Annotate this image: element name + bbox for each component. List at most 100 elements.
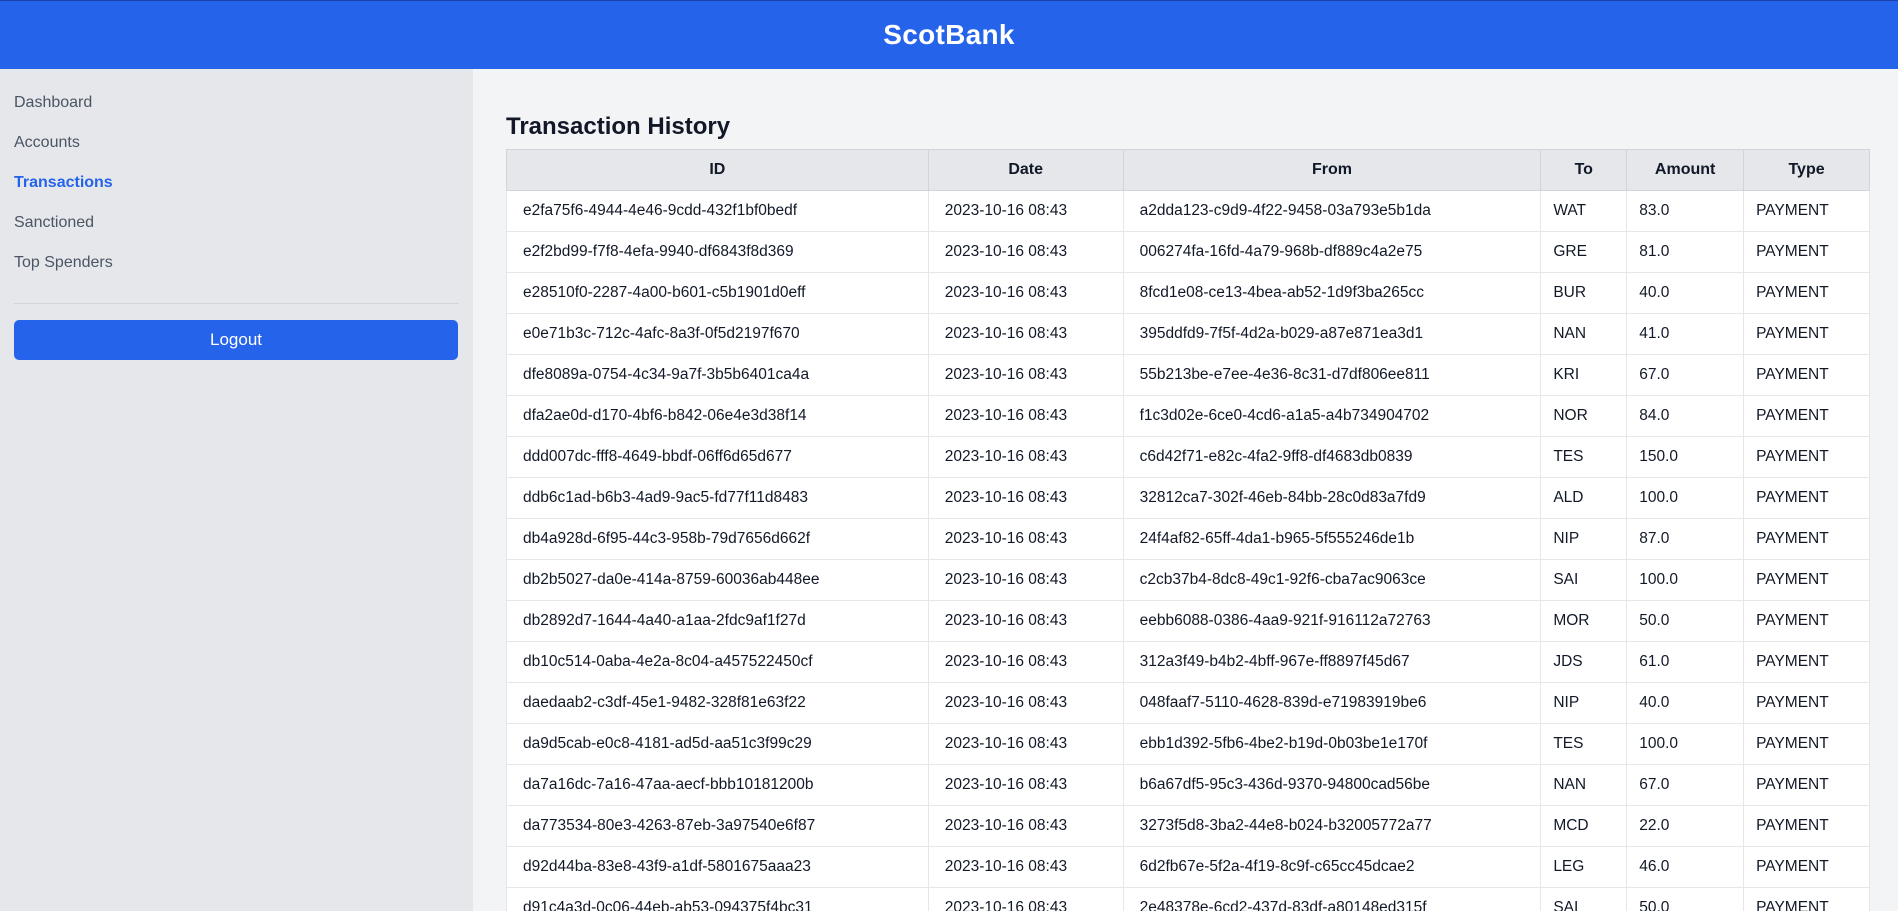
cell-date: 2023-10-16 08:43 (927, 887, 1124, 911)
cell-from: 2e48378e-6cd2-437d-83df-a80148ed315f (1122, 887, 1542, 911)
table-row: da773534-80e3-4263-87eb-3a97540e6f87 2023… (506, 805, 1870, 847)
cell-amount: 67.0 (1626, 764, 1745, 806)
cell-type: PAYMENT (1743, 846, 1870, 888)
cell-id: da9d5cab-e0c8-4181-ad5d-aa51c3f99c29 (506, 723, 929, 765)
table-row: d91c4a3d-0c06-44eb-ab53-094375f4bc31 2023… (506, 887, 1870, 911)
cell-id: db4a928d-6f95-44c3-958b-79d7656d662f (506, 518, 929, 560)
cell-to: BUR (1540, 272, 1628, 314)
column-header-amount: Amount (1626, 149, 1745, 191)
table-row: dfe8089a-0754-4c34-9a7f-3b5b6401ca4a 2023… (506, 354, 1870, 396)
cell-type: PAYMENT (1743, 641, 1870, 683)
cell-type: PAYMENT (1743, 231, 1870, 273)
cell-to: NAN (1540, 313, 1628, 355)
table-row: e28510f0-2287-4a00-b601-c5b1901d0eff 2023… (506, 272, 1870, 314)
cell-to: NIP (1540, 518, 1628, 560)
cell-amount: 83.0 (1626, 190, 1745, 232)
cell-to: SAI (1540, 887, 1628, 911)
cell-amount: 40.0 (1626, 272, 1745, 314)
cell-date: 2023-10-16 08:43 (927, 559, 1124, 601)
cell-amount: 87.0 (1626, 518, 1745, 560)
cell-amount: 100.0 (1626, 559, 1745, 601)
cell-to: JDS (1540, 641, 1628, 683)
cell-type: PAYMENT (1743, 887, 1870, 911)
cell-type: PAYMENT (1743, 723, 1870, 765)
sidebar-item-transactions[interactable]: Transactions (14, 163, 459, 203)
cell-to: NAN (1540, 764, 1628, 806)
column-header-id: ID (506, 149, 929, 191)
cell-from: 006274fa-16fd-4a79-968b-df889c4a2e75 (1122, 231, 1542, 273)
cell-from: 32812ca7-302f-46eb-84bb-28c0d83a7fd9 (1122, 477, 1542, 519)
cell-to: GRE (1540, 231, 1628, 273)
cell-to: TES (1540, 723, 1628, 765)
cell-date: 2023-10-16 08:43 (927, 477, 1124, 519)
table-row: db2b5027-da0e-414a-8759-60036ab448ee 2023… (506, 559, 1870, 601)
cell-from: 6d2fb67e-5f2a-4f19-8c9f-c65cc45dcae2 (1122, 846, 1542, 888)
cell-to: KRI (1540, 354, 1628, 396)
cell-date: 2023-10-16 08:43 (927, 354, 1124, 396)
cell-from: 55b213be-e7ee-4e36-8c31-d7df806ee811 (1122, 354, 1542, 396)
cell-id: da773534-80e3-4263-87eb-3a97540e6f87 (506, 805, 929, 847)
cell-from: c6d42f71-e82c-4fa2-9ff8-df4683db0839 (1122, 436, 1542, 478)
cell-id: daedaab2-c3df-45e1-9482-328f81e63f22 (506, 682, 929, 724)
cell-date: 2023-10-16 08:43 (927, 436, 1124, 478)
cell-id: db10c514-0aba-4e2a-8c04-a457522450cf (506, 641, 929, 683)
cell-from: eebb6088-0386-4aa9-921f-916112a72763 (1122, 600, 1542, 642)
cell-date: 2023-10-16 08:43 (927, 395, 1124, 437)
sidebar-divider (14, 303, 459, 304)
page-title: Transaction History (506, 113, 731, 140)
cell-type: PAYMENT (1743, 559, 1870, 601)
cell-id: d91c4a3d-0c06-44eb-ab53-094375f4bc31 (506, 887, 929, 911)
cell-from: 395ddfd9-7f5f-4d2a-b029-a87e871ea3d1 (1122, 313, 1542, 355)
cell-amount: 46.0 (1626, 846, 1745, 888)
sidebar-item-sanctioned[interactable]: Sanctioned (14, 203, 459, 243)
cell-to: NOR (1540, 395, 1628, 437)
table-row: da7a16dc-7a16-47aa-aecf-bbb10181200b 2023… (506, 764, 1870, 806)
cell-date: 2023-10-16 08:43 (927, 846, 1124, 888)
column-header-from: From (1122, 149, 1542, 191)
sidebar-item-dashboard[interactable]: Dashboard (14, 83, 459, 123)
cell-to: MOR (1540, 600, 1628, 642)
brand-title: ScotBank (883, 19, 1015, 50)
cell-to: NIP (1540, 682, 1628, 724)
cell-type: PAYMENT (1743, 354, 1870, 396)
cell-type: PAYMENT (1743, 682, 1870, 724)
cell-to: LEG (1540, 846, 1628, 888)
cell-id: e28510f0-2287-4a00-b601-c5b1901d0eff (506, 272, 929, 314)
cell-amount: 61.0 (1626, 641, 1745, 683)
sidebar: Dashboard Accounts Transactions Sanction… (0, 69, 473, 911)
cell-id: e0e71b3c-712c-4afc-8a3f-0f5d2197f670 (506, 313, 929, 355)
cell-type: PAYMENT (1743, 272, 1870, 314)
cell-date: 2023-10-16 08:43 (927, 190, 1124, 232)
column-header-date: Date (927, 149, 1124, 191)
cell-from: 24f4af82-65ff-4da1-b965-5f555246de1b (1122, 518, 1542, 560)
table-row: dfa2ae0d-d170-4bf6-b842-06e4e3d38f14 2023… (506, 395, 1870, 437)
logout-button[interactable]: Logout (14, 320, 458, 360)
main-content: Transaction History ID Date From To Amou… (473, 69, 1898, 911)
table-row: db10c514-0aba-4e2a-8c04-a457522450cf 2023… (506, 641, 1870, 683)
sidebar-item-accounts[interactable]: Accounts (14, 123, 459, 163)
cell-id: dfa2ae0d-d170-4bf6-b842-06e4e3d38f14 (506, 395, 929, 437)
sidebar-item-top-spenders[interactable]: Top Spenders (14, 243, 459, 283)
cell-id: db2892d7-1644-4a40-a1aa-2fdc9af1f27d (506, 600, 929, 642)
table-row: ddd007dc-fff8-4649-bbdf-06ff6d65d677 2023… (506, 436, 1870, 478)
cell-type: PAYMENT (1743, 190, 1870, 232)
cell-to: MCD (1540, 805, 1628, 847)
cell-date: 2023-10-16 08:43 (927, 600, 1124, 642)
cell-id: da7a16dc-7a16-47aa-aecf-bbb10181200b (506, 764, 929, 806)
table-row: db2892d7-1644-4a40-a1aa-2fdc9af1f27d 2023… (506, 600, 1870, 642)
cell-amount: 84.0 (1626, 395, 1745, 437)
cell-date: 2023-10-16 08:43 (927, 805, 1124, 847)
cell-from: 3273f5d8-3ba2-44e8-b024-b32005772a77 (1122, 805, 1542, 847)
table-row: e2fa75f6-4944-4e46-9cdd-432f1bf0bedf 2023… (506, 190, 1870, 232)
cell-amount: 100.0 (1626, 723, 1745, 765)
cell-id: e2f2bd99-f7f8-4efa-9940-df6843f8d369 (506, 231, 929, 273)
table-row: e0e71b3c-712c-4afc-8a3f-0f5d2197f670 2023… (506, 313, 1870, 355)
cell-from: f1c3d02e-6ce0-4cd6-a1a5-a4b734904702 (1122, 395, 1542, 437)
cell-amount: 150.0 (1626, 436, 1745, 478)
cell-type: PAYMENT (1743, 313, 1870, 355)
cell-amount: 81.0 (1626, 231, 1745, 273)
cell-type: PAYMENT (1743, 518, 1870, 560)
transactions-table-body: e2fa75f6-4944-4e46-9cdd-432f1bf0bedf 2023… (506, 190, 1870, 911)
cell-id: ddd007dc-fff8-4649-bbdf-06ff6d65d677 (506, 436, 929, 478)
cell-from: 8fcd1e08-ce13-4bea-ab52-1d9f3ba265cc (1122, 272, 1542, 314)
